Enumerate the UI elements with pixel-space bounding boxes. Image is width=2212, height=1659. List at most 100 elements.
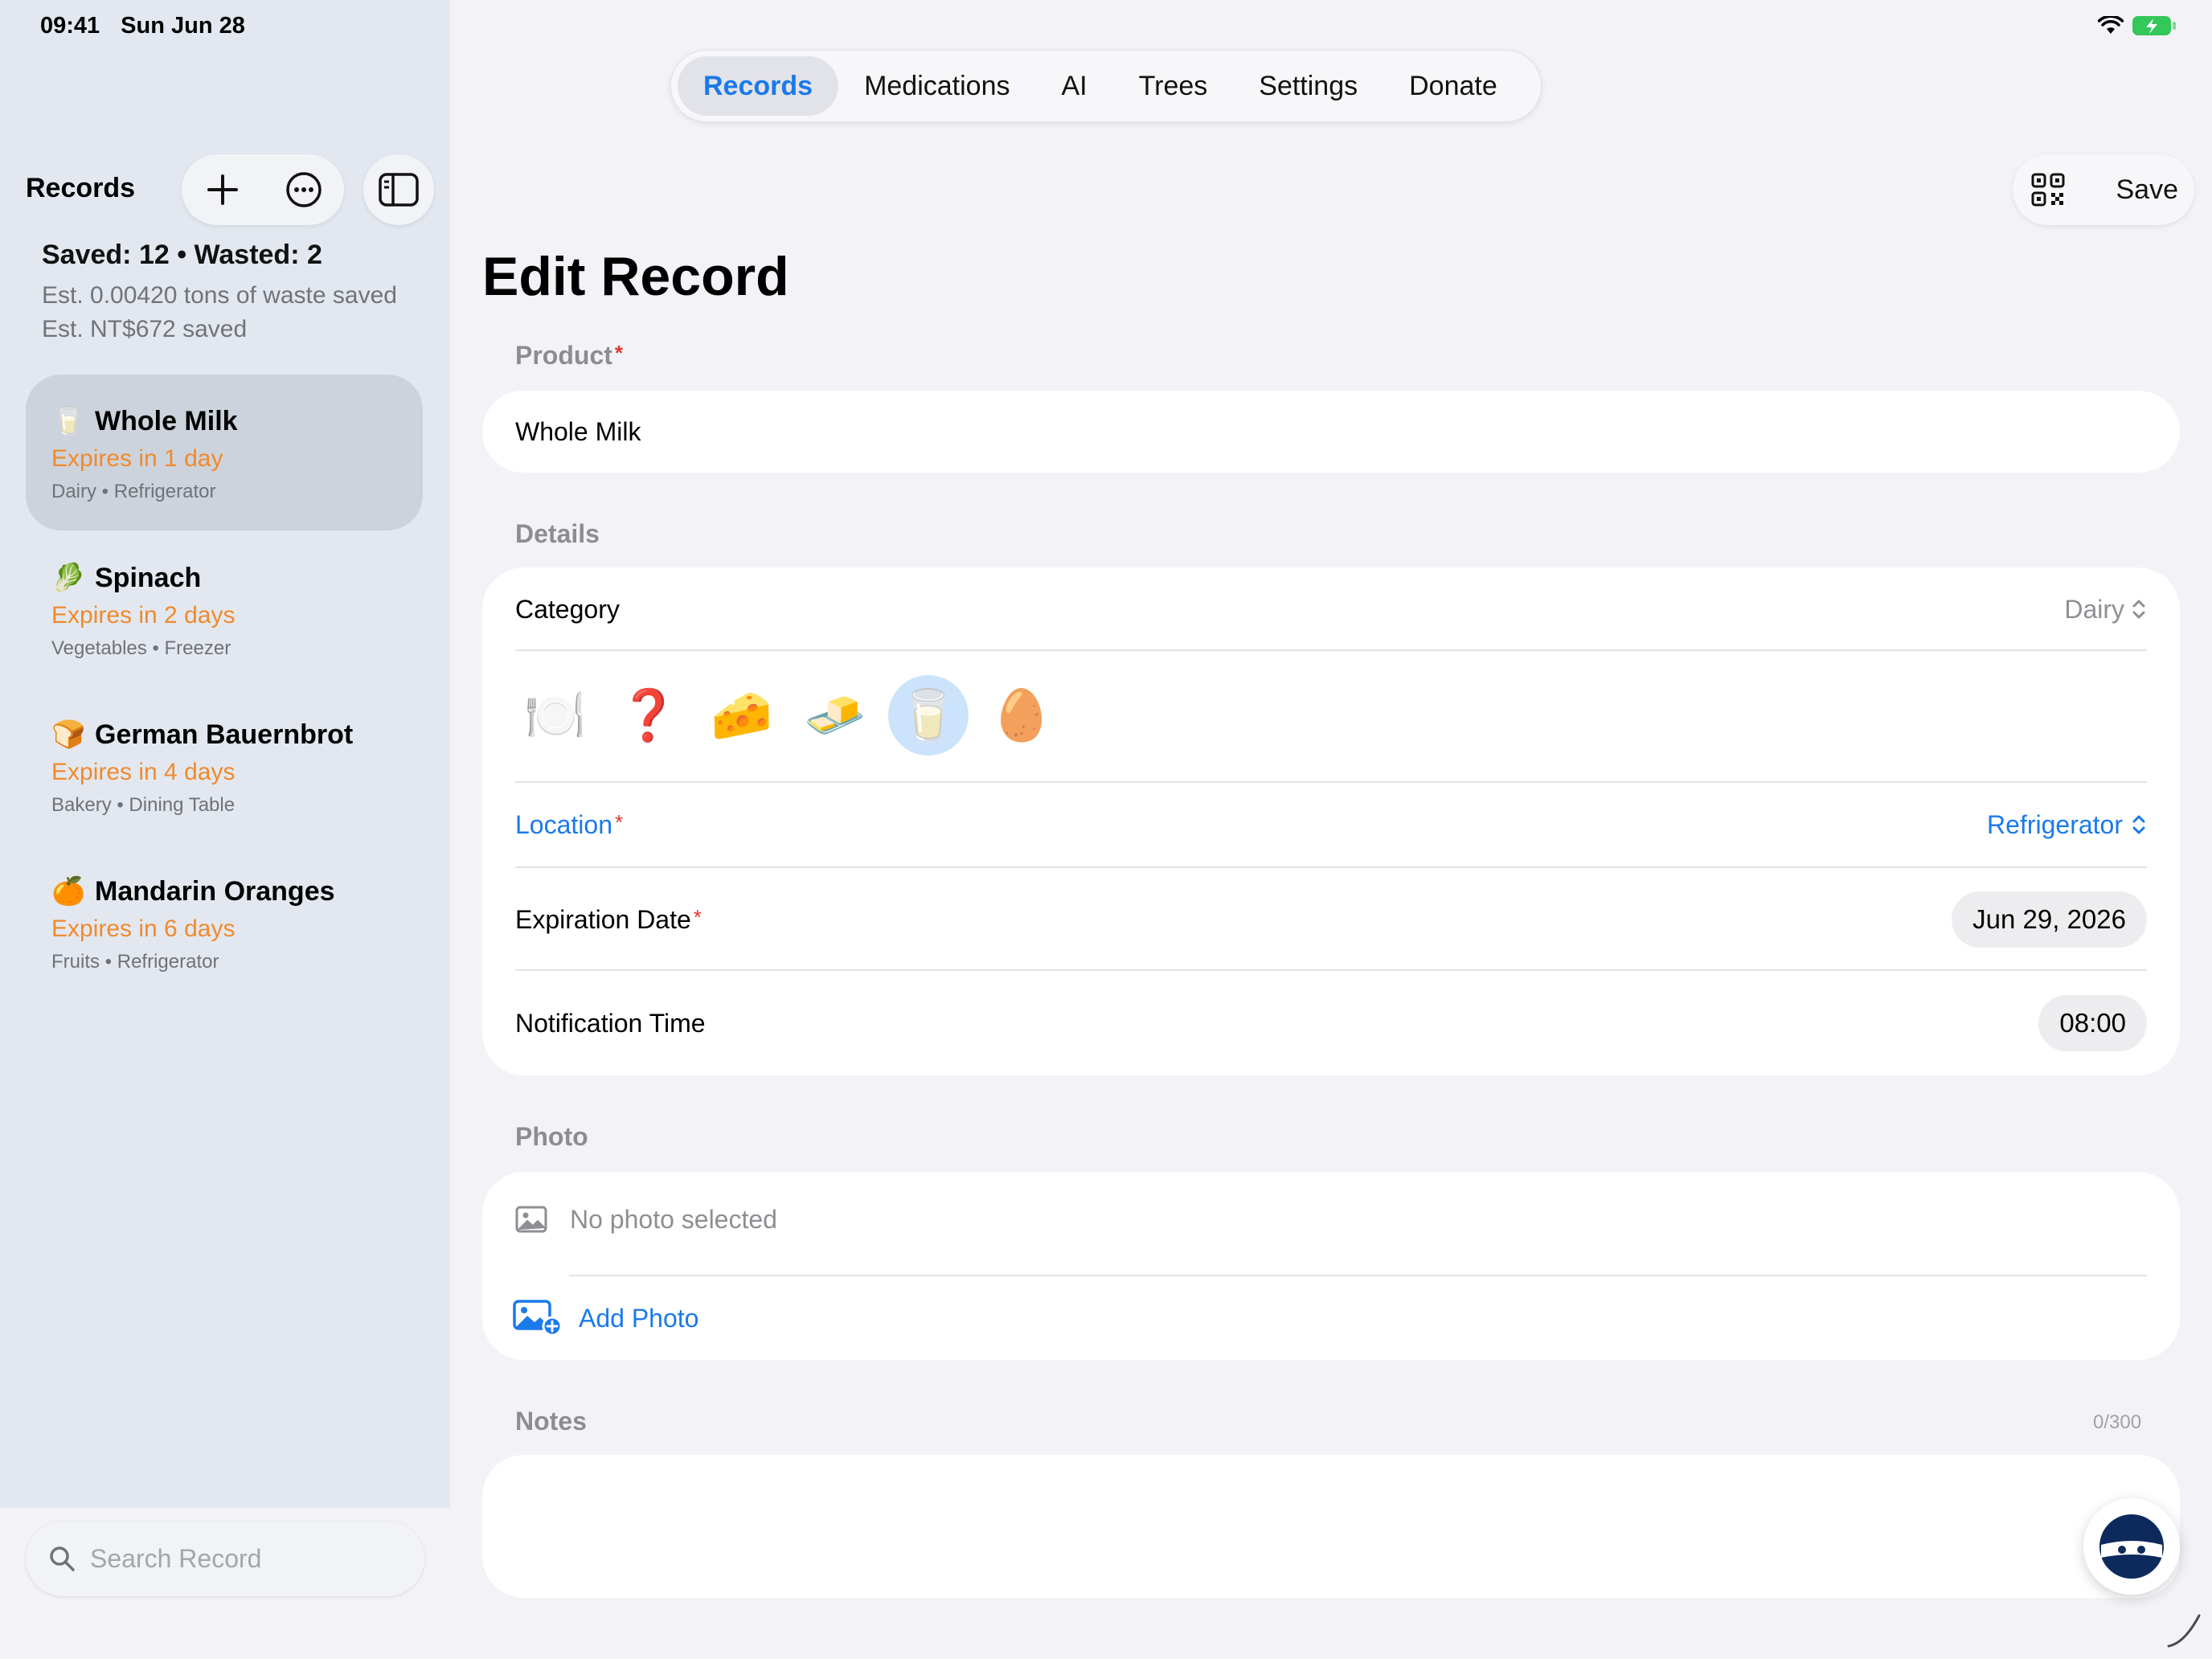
- status-date: Sun Jun 28: [121, 13, 245, 39]
- category-icon-picker: 🍽️ ❓ 🧀 🧈 🥛 🥚: [515, 675, 1075, 756]
- search-input[interactable]: [90, 1543, 395, 1574]
- search-icon: [50, 1546, 75, 1571]
- required-mark: *: [693, 904, 702, 929]
- tab-donate[interactable]: Donate: [1383, 56, 1523, 116]
- waste-saved-text: Est. 0.00420 tons of waste saved: [42, 282, 397, 309]
- status-bar-left: 09:41 Sun Jun 28: [40, 13, 266, 39]
- details-card: Category Dairy 🍽️ ❓ 🧀 🧈 🥛 🥚 Location * Re…: [482, 567, 2180, 1075]
- record-expiry: Expires in 6 days: [51, 916, 236, 942]
- required-mark: *: [614, 341, 624, 365]
- record-meta: Fruits • Refrigerator: [51, 951, 219, 973]
- notification-label: Notification Time: [515, 1008, 706, 1038]
- battery-charging-icon: [2132, 16, 2176, 35]
- main-tab-bar: Records Medications AI Trees Settings Do…: [670, 50, 1542, 122]
- record-name: German Bauernbrot: [95, 719, 354, 750]
- no-photo-text: No photo selected: [570, 1204, 777, 1234]
- record-item-whole-milk[interactable]: 🥛 Whole Milk Expires in 1 day Dairy • Ref…: [26, 375, 423, 530]
- category-picker[interactable]: Dairy: [2064, 595, 2147, 625]
- tab-settings[interactable]: Settings: [1233, 56, 1383, 116]
- product-field[interactable]: Whole Milk: [515, 391, 2147, 473]
- details-section-label: Details: [515, 519, 600, 548]
- notes-field[interactable]: [482, 1455, 2180, 1598]
- record-item-german-bauernbrot[interactable]: 🍞 German Bauernbrot Expires in 4 days Bak…: [26, 688, 423, 844]
- plate-icon[interactable]: 🍽️: [515, 675, 596, 756]
- egg-icon[interactable]: 🥚: [981, 675, 1062, 756]
- record-name: Whole Milk: [95, 405, 238, 436]
- chevron-up-down-icon: [2132, 600, 2145, 619]
- record-item-spinach[interactable]: 🥬 Spinach Expires in 2 days Vegetables • …: [26, 531, 423, 687]
- record-name: Mandarin Oranges: [95, 875, 335, 907]
- leafy-green-icon: 🥬: [51, 563, 86, 593]
- location-value: Refrigerator: [1987, 809, 2123, 839]
- bread-icon: 🍞: [51, 719, 86, 750]
- add-photo-icon: [513, 1300, 563, 1337]
- tab-ai[interactable]: AI: [1035, 56, 1112, 116]
- sidebar-title: Records: [26, 173, 136, 203]
- record-expiry: Expires in 1 day: [51, 445, 223, 472]
- expiration-row: Expiration Date * Jun 29, 2026: [515, 868, 2147, 971]
- ninja-mascot-icon: [2099, 1514, 2164, 1579]
- toggle-sidebar-button[interactable]: [363, 154, 434, 225]
- record-expiry: Expires in 2 days: [51, 602, 236, 629]
- savings-stats: Saved: 12 • Wasted: 2 Est. 0.00420 tons …: [42, 240, 397, 343]
- page-title: Edit Record: [482, 246, 789, 307]
- status-time: 09:41: [40, 13, 100, 39]
- cheese-icon[interactable]: 🧀: [702, 675, 782, 756]
- expiration-label: Expiration Date: [515, 904, 691, 934]
- photo-card: No photo selected Add Photo: [482, 1172, 2180, 1360]
- category-label: Category: [515, 594, 620, 624]
- photo-section-label: Photo: [515, 1122, 588, 1151]
- more-options-button[interactable]: [281, 167, 326, 212]
- orange-icon: 🍊: [51, 876, 86, 907]
- search-record-field[interactable]: [26, 1521, 424, 1596]
- notification-row: Notification Time 08:00: [515, 971, 2147, 1075]
- assistant-button[interactable]: [2083, 1498, 2180, 1595]
- butter-icon[interactable]: 🧈: [795, 675, 875, 756]
- photo-preview-row: No photo selected: [515, 1172, 2147, 1267]
- wifi-icon: [2098, 16, 2124, 34]
- record-meta: Vegetables • Freezer: [51, 637, 231, 659]
- save-button[interactable]: Save: [2116, 174, 2179, 206]
- record-meta: Dairy • Refrigerator: [51, 481, 216, 502]
- category-row: Category Dairy: [515, 567, 2147, 651]
- add-photo-button[interactable]: Add Photo: [513, 1276, 2147, 1360]
- location-label: Location: [515, 809, 612, 839]
- product-label: Product: [515, 341, 612, 370]
- required-mark: *: [614, 809, 624, 834]
- ellipsis-circle-icon: [285, 172, 322, 207]
- plus-icon: [207, 174, 238, 205]
- notes-section-label: Notes: [515, 1407, 587, 1436]
- expiration-label-wrap: Expiration Date *: [515, 905, 702, 935]
- location-picker[interactable]: Refrigerator: [1987, 810, 2147, 840]
- saved-wasted-summary: Saved: 12 • Wasted: 2: [42, 240, 322, 270]
- pencil-handle-icon: [2167, 1614, 2201, 1648]
- sidebar: 09:41 Sun Jun 28 Records Saved: 12 • Wast…: [0, 0, 450, 1659]
- product-value[interactable]: Whole Milk: [515, 417, 641, 447]
- location-label-wrap: Location *: [515, 810, 623, 840]
- record-expiry: Expires in 4 days: [51, 759, 236, 785]
- record-meta: Bakery • Dining Table: [51, 794, 236, 816]
- sidebar-actions: [182, 154, 344, 225]
- tab-trees[interactable]: Trees: [1113, 56, 1234, 116]
- qr-code-icon[interactable]: [2030, 172, 2066, 207]
- status-bar-right: [2098, 14, 2177, 37]
- notification-time-picker[interactable]: 08:00: [2038, 995, 2147, 1051]
- tab-records[interactable]: Records: [678, 56, 839, 116]
- location-row[interactable]: Location * Refrigerator: [515, 783, 2147, 866]
- milk-icon: 🥛: [51, 406, 86, 436]
- add-record-button[interactable]: [200, 167, 245, 212]
- tab-medications[interactable]: Medications: [838, 56, 1035, 116]
- record-name: Spinach: [95, 562, 202, 593]
- question-mark-icon[interactable]: ❓: [608, 675, 689, 756]
- notes-character-count: 0/300: [2093, 1411, 2142, 1433]
- milk-icon[interactable]: 🥛: [888, 675, 969, 756]
- product-card: Whole Milk: [482, 391, 2180, 473]
- editor-actions: Save: [2013, 154, 2194, 225]
- divider: [515, 649, 2147, 651]
- record-item-mandarin-oranges[interactable]: 🍊 Mandarin Oranges Expires in 6 days Frui…: [26, 845, 423, 1001]
- sidebar-icon: [379, 173, 419, 207]
- photo-icon: [515, 1206, 547, 1233]
- expiration-date-picker[interactable]: Jun 29, 2026: [1952, 891, 2147, 948]
- chevron-up-down-icon: [2132, 815, 2145, 834]
- category-value: Dairy: [2064, 594, 2124, 624]
